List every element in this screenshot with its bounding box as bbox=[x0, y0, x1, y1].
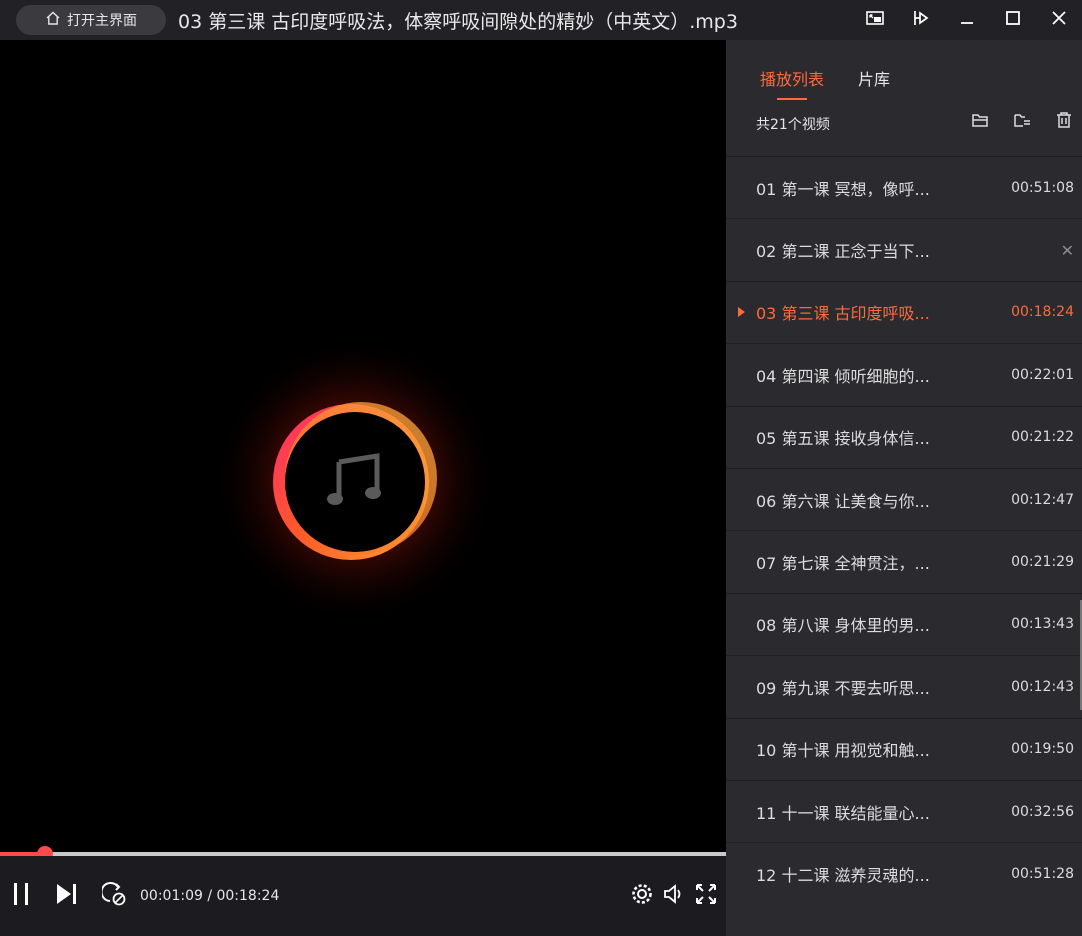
mini-mode-icon bbox=[865, 8, 885, 32]
title-bar: 打开主界面 03 第三课 古印度呼吸法，体察呼吸间隙处的精妙（中英文）.mp3 bbox=[0, 0, 1082, 40]
playlist-panel: 播放列表 片库 共21个视频 01 第一课 冥想，像呼... 00:51:08 02… bbox=[726, 40, 1082, 936]
playlist-item-duration: 00:32:56 bbox=[1011, 803, 1074, 820]
pause-icon bbox=[10, 881, 36, 911]
playlist-item[interactable]: 07 第七课 全神贯注，... 00:21:29 bbox=[726, 530, 1082, 592]
playlist-item-duration: 00:22:01 bbox=[1011, 366, 1074, 383]
playlist-item[interactable]: 01 第一课 冥想，像呼... 00:51:08 bbox=[726, 156, 1082, 218]
pin-on-top-button[interactable] bbox=[898, 0, 944, 40]
playlist-item[interactable]: 12 十二课 滋养灵魂的... 00:51:28 bbox=[726, 842, 1082, 904]
playback-time: 00:01:09 / 00:18:24 bbox=[140, 888, 280, 904]
now-playing-icon bbox=[738, 307, 745, 318]
close-button[interactable] bbox=[1036, 0, 1082, 40]
playlist-item-title: 03 第三课 古印度呼吸... bbox=[756, 304, 930, 324]
playlist-item[interactable]: 09 第九课 不要去听思... 00:12:43 bbox=[726, 655, 1082, 717]
fullscreen-button[interactable] bbox=[694, 876, 718, 916]
playlist-item[interactable]: 02 第二课 正念于当下... ✕ bbox=[726, 218, 1082, 280]
playlist-item[interactable]: 10 第十课 用视觉和触... 00:19:50 bbox=[726, 717, 1082, 780]
speaker-icon bbox=[661, 881, 687, 911]
playlist-item-title: 08 第八课 身体里的男... bbox=[756, 616, 930, 636]
tab-library[interactable]: 片库 bbox=[858, 66, 890, 90]
playlist-item[interactable]: 11 十一课 联结能量心... 00:32:56 bbox=[726, 779, 1082, 842]
gear-icon bbox=[629, 881, 655, 911]
audio-visualizer bbox=[205, 330, 505, 630]
playlist-item-duration: 00:21:22 bbox=[1011, 429, 1074, 446]
skip-next-icon bbox=[54, 881, 80, 911]
playlist-item-title: 12 十二课 滋养灵魂的... bbox=[756, 865, 930, 885]
open-main-window-label: 打开主界面 bbox=[67, 13, 137, 29]
tab-playlist[interactable]: 播放列表 bbox=[760, 66, 824, 100]
control-bar: 00:01:09 / 00:18:24 bbox=[0, 856, 726, 936]
playlist-item[interactable]: 04 第四课 倾听细胞的... 00:22:01 bbox=[726, 343, 1082, 405]
video-area[interactable] bbox=[0, 40, 726, 853]
volume-button[interactable] bbox=[662, 876, 686, 916]
playlist-item-duration: 00:51:08 bbox=[1011, 179, 1074, 196]
playlist-item[interactable]: 03 第三课 古印度呼吸... 00:18:24 bbox=[726, 280, 1082, 343]
playlist: 01 第一课 冥想，像呼... 00:51:08 02 第二课 正念于当下... ✕ 0… bbox=[726, 156, 1082, 905]
trash-icon[interactable] bbox=[1054, 110, 1074, 130]
playlist-item-title: 04 第四课 倾听细胞的... bbox=[756, 366, 930, 386]
settings-button[interactable] bbox=[630, 876, 654, 916]
playlist-item[interactable]: 05 第五课 接收身体信... 00:21:22 bbox=[726, 405, 1082, 468]
open-folder-icon[interactable] bbox=[970, 110, 990, 130]
fullscreen-icon bbox=[693, 881, 719, 911]
mini-mode-button[interactable] bbox=[852, 0, 898, 40]
playlist-item-title: 07 第七课 全神贯注，... bbox=[756, 554, 930, 574]
playlist-item-duration: 00:21:29 bbox=[1011, 554, 1074, 571]
remove-item-icon[interactable]: ✕ bbox=[1061, 241, 1074, 260]
open-main-window-button[interactable]: 打开主界面 bbox=[16, 5, 166, 35]
playlist-item-title: 11 十一课 联结能量心... bbox=[756, 803, 930, 823]
playlist-item[interactable]: 08 第八课 身体里的男... 00:13:43 bbox=[726, 592, 1082, 655]
loop-mode-button[interactable] bbox=[100, 876, 130, 916]
window-controls bbox=[852, 0, 1082, 40]
loop-icon bbox=[100, 881, 128, 911]
playlist-item-duration: 00:12:47 bbox=[1011, 491, 1074, 508]
video-count: 共21个视频 bbox=[756, 117, 830, 133]
playlist-item-title: 02 第二课 正念于当下... bbox=[756, 242, 930, 262]
window-title: 03 第三课 古印度呼吸法，体察呼吸间隙处的精妙（中英文）.mp3 bbox=[178, 10, 738, 33]
playlist-item-duration: 00:51:28 bbox=[1011, 865, 1074, 882]
playlist-item-title: 09 第九课 不要去听思... bbox=[756, 678, 930, 698]
minimize-icon bbox=[957, 8, 977, 32]
sidebar-tabs: 播放列表 片库 bbox=[760, 66, 890, 100]
playlist-item-title: 06 第六课 让美食与你... bbox=[756, 491, 930, 511]
playlist-item-duration: 00:19:50 bbox=[1011, 741, 1074, 758]
close-icon bbox=[1049, 8, 1069, 32]
home-icon bbox=[45, 10, 61, 30]
playlist-item-title: 05 第五课 接收身体信... bbox=[756, 429, 930, 449]
playlist-item-duration: 00:18:24 bbox=[1011, 304, 1074, 321]
playlist-item-title: 01 第一课 冥想，像呼... bbox=[756, 179, 930, 199]
pause-button[interactable] bbox=[10, 876, 36, 916]
minimize-button[interactable] bbox=[944, 0, 990, 40]
maximize-button[interactable] bbox=[990, 0, 1036, 40]
pin-icon bbox=[911, 8, 931, 32]
playlist-actions bbox=[970, 110, 1074, 130]
playlist-item[interactable]: 06 第六课 让美食与你... 00:12:47 bbox=[726, 467, 1082, 530]
right-controls bbox=[630, 856, 718, 936]
next-button[interactable] bbox=[54, 876, 80, 916]
playlist-item-duration: 00:12:43 bbox=[1011, 678, 1074, 695]
maximize-icon bbox=[1003, 8, 1023, 32]
add-to-list-icon[interactable] bbox=[1012, 110, 1032, 130]
playlist-item-duration: 00:13:43 bbox=[1011, 616, 1074, 633]
playlist-item-title: 10 第十课 用视觉和触... bbox=[756, 741, 930, 761]
